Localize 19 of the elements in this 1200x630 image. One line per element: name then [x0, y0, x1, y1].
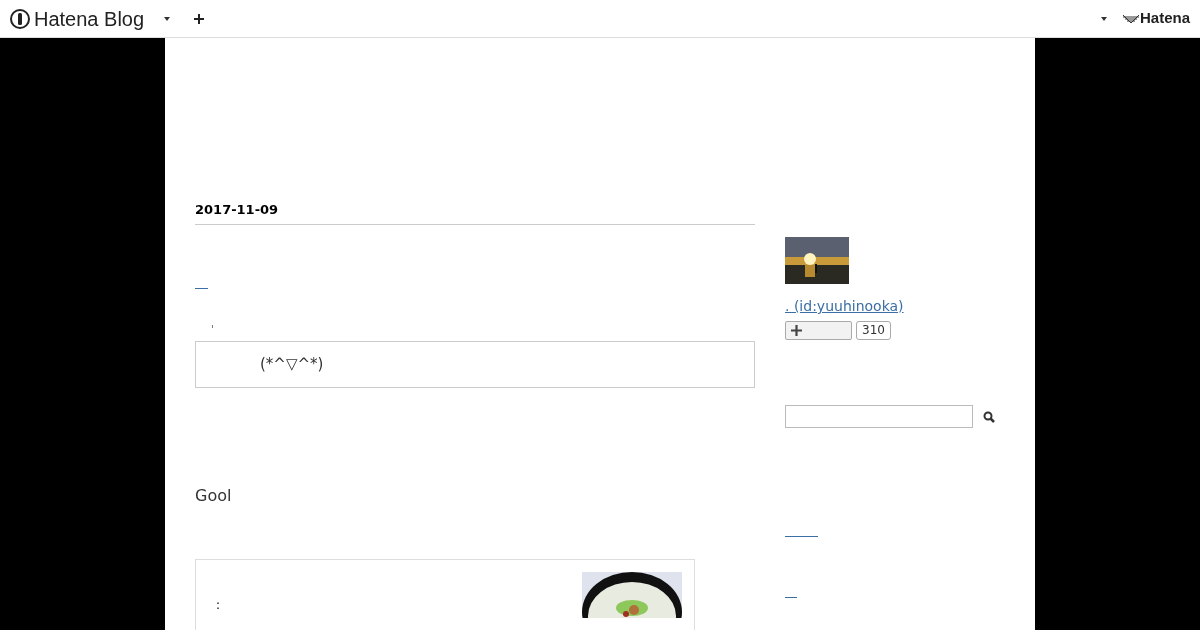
- profile-link[interactable]: . (id:yuuhinooka): [785, 296, 1005, 317]
- logo[interactable]: Hatena Blog: [34, 3, 145, 34]
- brand-logo[interactable]: Hatena: [1139, 7, 1190, 30]
- entry-date: 2017-11-09: [195, 200, 755, 225]
- card-text: :: [216, 596, 221, 612]
- subscribe-button[interactable]: [785, 321, 852, 340]
- plus-icon: [791, 325, 802, 336]
- brand-icon: [1122, 13, 1139, 24]
- search-icon[interactable]: [983, 410, 995, 423]
- logo-icon: [10, 8, 30, 29]
- comma-text: ˌ: [211, 316, 215, 329]
- caret-icon[interactable]: [1100, 16, 1107, 21]
- search-field[interactable]: [785, 405, 973, 428]
- plus-icon[interactable]: [194, 13, 205, 24]
- entry-heading: Gool: [195, 484, 233, 507]
- subscriber-count: 310: [856, 321, 891, 340]
- quote-box: (*^▽^*): [195, 340, 755, 388]
- link-underline[interactable]: [195, 287, 208, 289]
- caret-icon[interactable]: [164, 16, 171, 21]
